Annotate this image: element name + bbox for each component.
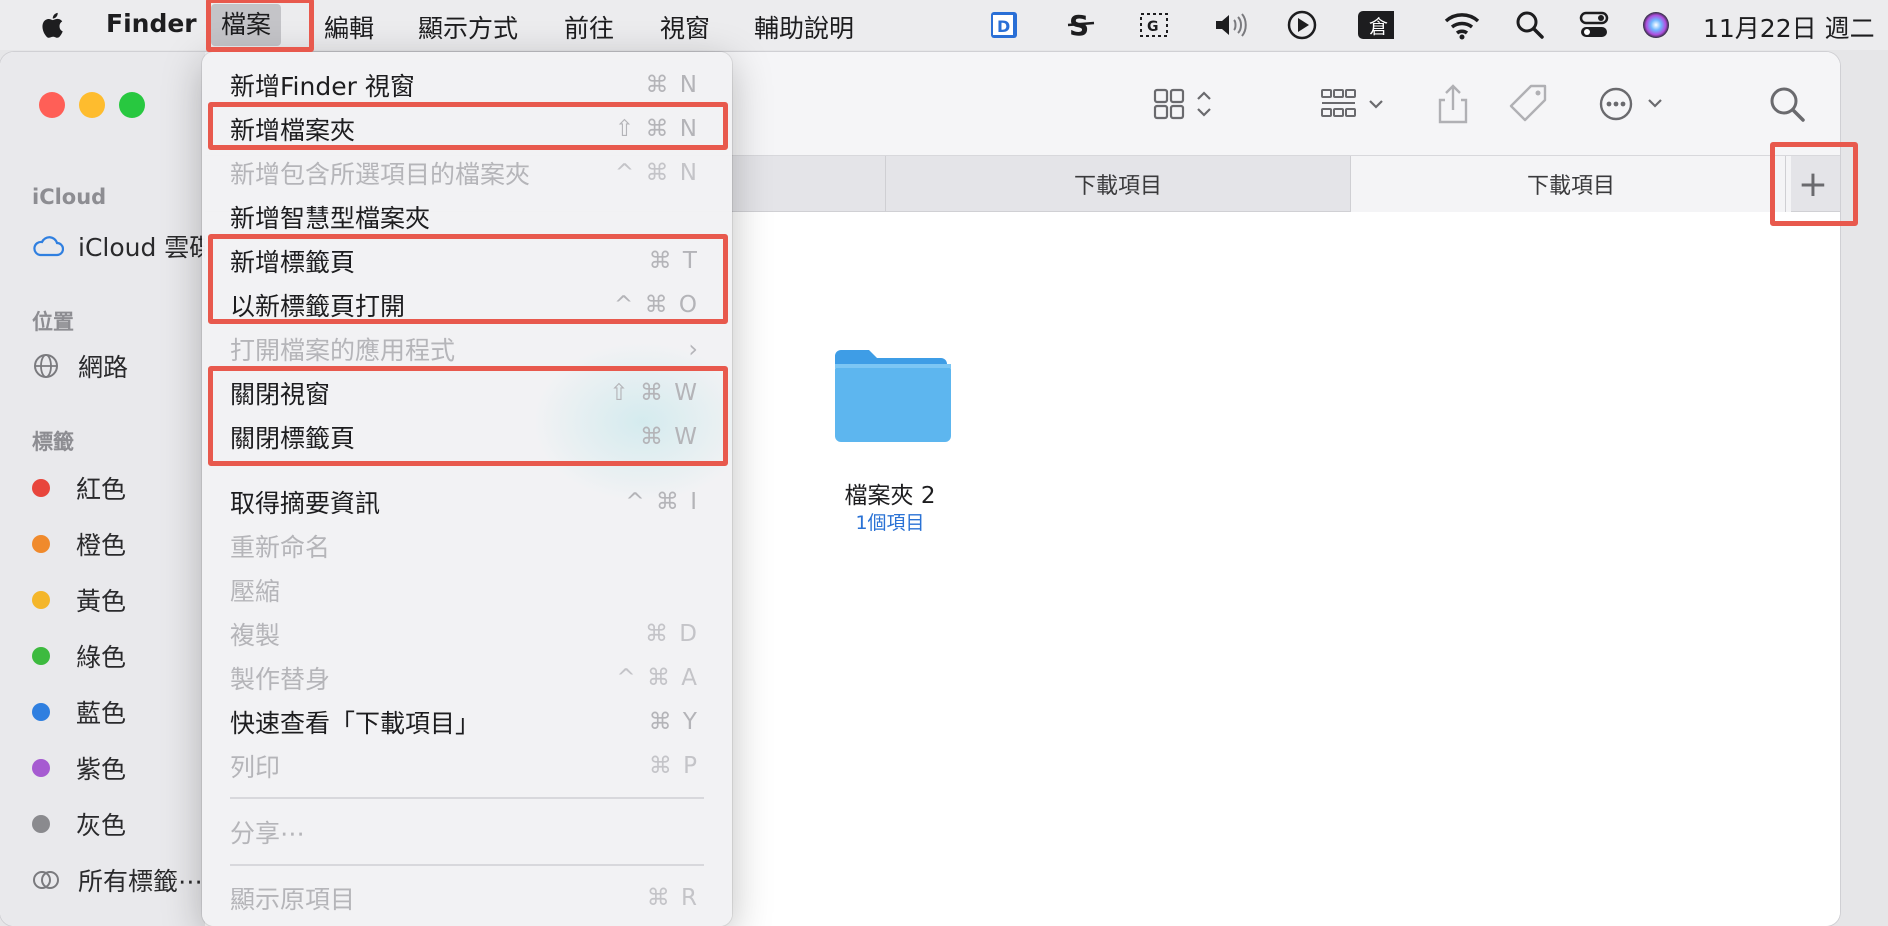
sidebar: iCloud iCloud 雲碟 位置 網路 標籤 紅色 橙色 黃色 綠色 藍色… bbox=[0, 52, 214, 926]
menu-item-duplicate[interactable]: 複製 ⌘ D bbox=[202, 614, 732, 654]
wifi-icon[interactable] bbox=[1444, 8, 1480, 42]
sidebar-tag-yellow[interactable]: 黃色 bbox=[22, 582, 126, 618]
gray-tag-dot-icon bbox=[32, 815, 50, 833]
folder-icon bbox=[835, 350, 951, 442]
purple-tag-dot-icon bbox=[32, 759, 50, 777]
add-tab-button[interactable]: + bbox=[1785, 156, 1840, 212]
tab-downloads-2[interactable]: 下載項目 bbox=[1351, 156, 1791, 212]
folder-name[interactable]: 檔案夾 2 bbox=[795, 476, 985, 510]
input-method-icon[interactable]: 倉 bbox=[1358, 8, 1394, 42]
menu-item-make-alias[interactable]: 製作替身 ^ ⌘ A bbox=[202, 658, 732, 698]
menu-item-new-finder-window[interactable]: 新增Finder 視窗 ⌘ N bbox=[202, 65, 732, 105]
control-center-icon[interactable] bbox=[1576, 8, 1612, 42]
tag-icon[interactable] bbox=[1507, 82, 1551, 126]
svg-text:倉: 倉 bbox=[1369, 16, 1388, 38]
sidebar-tag-blue[interactable]: 藍色 bbox=[22, 694, 126, 730]
sidebar-tag-green[interactable]: 綠色 bbox=[22, 638, 126, 674]
sidebar-item-label: 紫色 bbox=[76, 755, 127, 784]
apple-logo-icon[interactable] bbox=[36, 8, 70, 42]
sidebar-item-label: 灰色 bbox=[76, 811, 127, 840]
sidebar-item-label: 藍色 bbox=[76, 699, 127, 728]
sidebar-item-label: 網路 bbox=[78, 353, 129, 382]
sidebar-section-tags: 標籤 bbox=[32, 430, 74, 454]
menu-file[interactable]: 檔案 bbox=[211, 4, 282, 46]
globe-network-icon bbox=[32, 352, 66, 380]
file-menu-dropdown: 新增Finder 視窗 ⌘ N 新增檔案夾 ⇧ ⌘ N 新增包含所選項目的檔案夾… bbox=[202, 52, 732, 926]
more-actions-icon[interactable] bbox=[1595, 82, 1675, 126]
spotlight-search-icon[interactable] bbox=[1512, 8, 1548, 42]
sidebar-tag-red[interactable]: 紅色 bbox=[22, 470, 126, 506]
play-circle-icon[interactable] bbox=[1284, 8, 1320, 42]
menu-item-new-folder[interactable]: 新增檔案夾 ⇧ ⌘ N bbox=[202, 109, 732, 149]
menu-item-compress[interactable]: 壓縮 bbox=[202, 570, 732, 610]
menu-window[interactable]: 視窗 bbox=[660, 9, 710, 45]
green-tag-dot-icon bbox=[32, 647, 50, 665]
red-tag-dot-icon bbox=[32, 479, 50, 497]
sidebar-item-all-tags[interactable]: 所有標籤⋯ bbox=[32, 862, 203, 898]
sidebar-tag-orange[interactable]: 橙色 bbox=[22, 526, 126, 562]
menu-item-show-original[interactable]: 顯示原項目 ⌘ R bbox=[202, 878, 732, 918]
close-window-button[interactable] bbox=[39, 92, 65, 118]
sidebar-item-label: 黃色 bbox=[76, 587, 127, 616]
menu-edit[interactable]: 編輯 bbox=[324, 9, 374, 45]
menu-app-finder[interactable]: Finder bbox=[106, 9, 197, 38]
sidebar-item-label: iCloud 雲碟 bbox=[78, 233, 215, 262]
menu-item-new-folder-with-selection[interactable]: 新增包含所選項目的檔案夾 ^ ⌘ N bbox=[202, 153, 732, 193]
menu-item-open-with[interactable]: 打開檔案的應用程式 › bbox=[202, 329, 732, 369]
svg-text:D: D bbox=[997, 17, 1010, 36]
zoom-window-button[interactable] bbox=[119, 92, 145, 118]
folder-item-count: 1個項目 bbox=[855, 512, 925, 534]
folder-2[interactable] bbox=[831, 346, 951, 446]
search-icon[interactable] bbox=[1765, 82, 1809, 126]
share-icon[interactable] bbox=[1433, 80, 1473, 128]
dictionary-app-icon[interactable]: D bbox=[987, 8, 1023, 42]
group-by-icon[interactable] bbox=[1318, 84, 1398, 124]
menu-item-new-smart-folder[interactable]: 新增智慧型檔案夾 bbox=[202, 197, 732, 237]
yellow-tag-dot-icon bbox=[32, 591, 50, 609]
screenshot-tool-icon[interactable]: G bbox=[1137, 8, 1173, 42]
menu-item-close-window[interactable]: 關閉視窗 ⇧ ⌘ W bbox=[202, 373, 732, 413]
sidebar-tag-gray[interactable]: 灰色 bbox=[22, 806, 126, 842]
menu-help[interactable]: 輔助說明 bbox=[754, 9, 854, 45]
menu-item-get-info[interactable]: 取得摘要資訊 ^ ⌘ I bbox=[202, 482, 732, 522]
scrivener-s-icon[interactable]: S bbox=[1063, 8, 1099, 42]
menu-view[interactable]: 顯示方式 bbox=[418, 9, 518, 45]
menu-bar-clock[interactable]: 11月22日 週二 bbox=[1703, 9, 1888, 45]
menu-item-print[interactable]: 列印 ⌘ P bbox=[202, 746, 732, 786]
sidebar-section-icloud: iCloud bbox=[32, 185, 107, 209]
sidebar-item-label: 紅色 bbox=[76, 475, 127, 504]
sidebar-item-network[interactable]: 網路 bbox=[32, 348, 128, 384]
blue-tag-dot-icon bbox=[32, 703, 50, 721]
menu-item-open-in-new-tab[interactable]: 以新標籤頁打開 ^ ⌘ O bbox=[202, 285, 732, 325]
menu-item-close-tab[interactable]: 關閉標籤頁 ⌘ W bbox=[202, 417, 732, 457]
volume-icon[interactable] bbox=[1212, 8, 1248, 42]
menu-go[interactable]: 前往 bbox=[564, 9, 614, 45]
siri-icon[interactable] bbox=[1638, 8, 1674, 42]
sidebar-section-locations: 位置 bbox=[32, 310, 74, 334]
svg-text:G: G bbox=[1147, 19, 1159, 35]
view-mode-grid-icon[interactable] bbox=[1145, 84, 1225, 124]
minimize-window-button[interactable] bbox=[79, 92, 105, 118]
all-tags-icon bbox=[32, 866, 66, 894]
chevron-right-icon: › bbox=[688, 335, 698, 363]
menu-item-quick-look[interactable]: 快速查看「下載項目」 ⌘ Y bbox=[202, 702, 732, 742]
cloud-icon bbox=[32, 232, 66, 260]
sidebar-item-label: 所有標籤⋯ bbox=[78, 867, 204, 896]
orange-tag-dot-icon bbox=[32, 535, 50, 553]
menu-bar: Finder 檔案 編輯 顯示方式 前往 視窗 輔助說明 D S G 倉 11月… bbox=[0, 0, 1888, 50]
menu-item-rename[interactable]: 重新命名 bbox=[202, 526, 732, 566]
tab-downloads-1[interactable]: 下載項目 bbox=[885, 156, 1351, 212]
sidebar-item-icloud-drive[interactable]: iCloud 雲碟 bbox=[32, 228, 214, 264]
menu-item-new-tab[interactable]: 新增標籤頁 ⌘ T bbox=[202, 241, 732, 281]
sidebar-item-label: 綠色 bbox=[76, 643, 127, 672]
menu-separator bbox=[230, 864, 704, 866]
sidebar-item-label: 橙色 bbox=[76, 531, 127, 560]
sidebar-tag-purple[interactable]: 紫色 bbox=[22, 750, 126, 786]
menu-separator bbox=[230, 797, 704, 799]
menu-item-share[interactable]: 分享⋯ bbox=[202, 812, 732, 852]
